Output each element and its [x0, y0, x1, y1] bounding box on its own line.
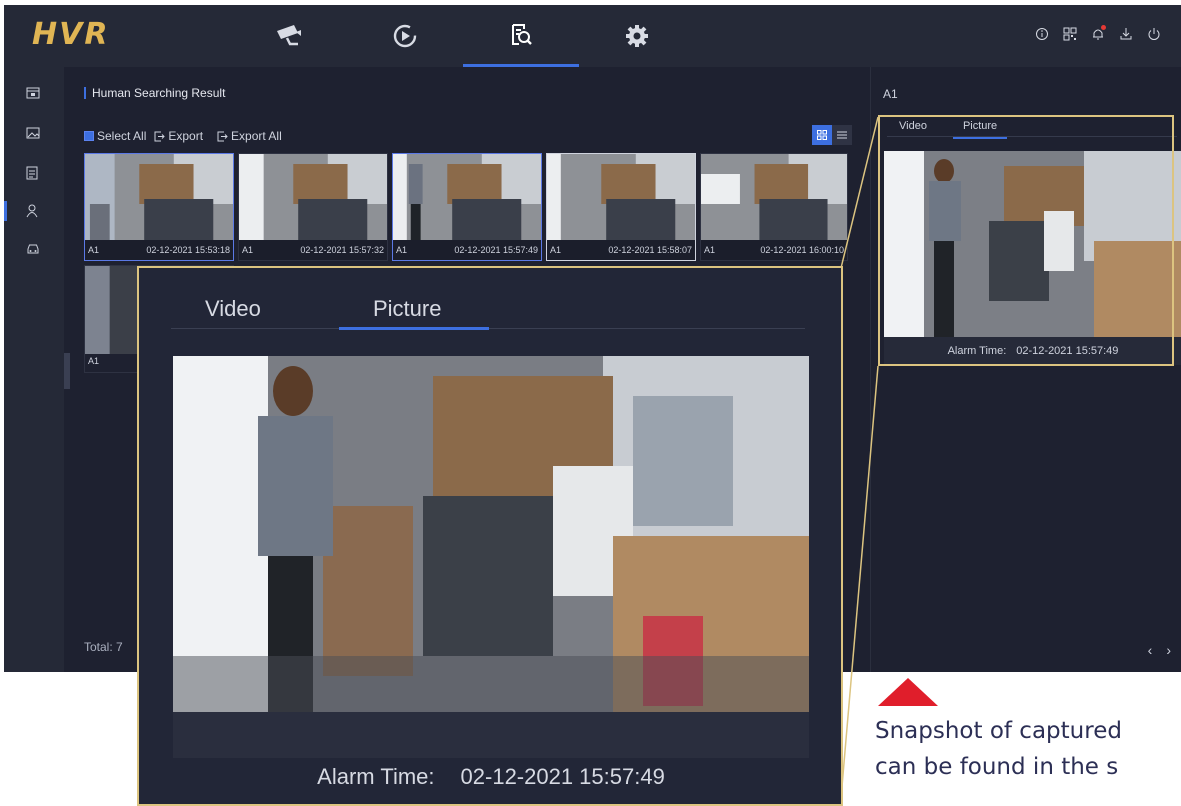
callout-alarm-label: Alarm Time:: [317, 764, 435, 789]
search-file-icon: [512, 23, 532, 45]
capture-time: 02-12-2021 15:58:07: [608, 245, 692, 255]
camera-icon: [277, 25, 301, 46]
nav-live-view[interactable]: [231, 5, 347, 67]
grid-icon: [817, 130, 827, 140]
result-thumbnail[interactable]: A1 02-12-2021 15:57:32: [238, 153, 388, 261]
grid-view-button[interactable]: [812, 125, 832, 145]
annotation-line-2: can be found in the s: [875, 754, 1119, 780]
vehicle-icon: [27, 244, 39, 254]
thumbnail-caption: A1 02-12-2021 15:53:18: [85, 240, 233, 260]
sidebar-item-document[interactable]: [4, 163, 64, 183]
capture-time: 02-12-2021 16:00:10: [760, 245, 844, 255]
view-mode-toggle: [812, 125, 852, 145]
result-thumbnail[interactable]: A1 02-12-2021 16:00:10: [700, 153, 848, 261]
detail-caption: Alarm Time: 02-12-2021 15:57:49: [884, 337, 1181, 365]
tab-picture[interactable]: Picture: [952, 117, 1008, 139]
nav-configuration[interactable]: [579, 5, 695, 67]
thumbnail-caption: A1 02-12-2021 15:57:32: [239, 240, 387, 260]
video-file-icon: [26, 87, 40, 99]
thumbnail-caption: A1 02-12-2021 15:57:49: [393, 240, 541, 260]
export-icon: [217, 131, 228, 141]
capture-time: 02-12-2021 15:53:18: [146, 245, 230, 255]
snapshot-image: [547, 154, 695, 242]
detail-pager: ‹ ›: [1148, 642, 1171, 658]
result-thumbnail[interactable]: A1 02-12-2021 15:57:49: [392, 153, 542, 261]
person-icon: [26, 204, 38, 218]
results-total: Total: 7: [84, 640, 123, 654]
channel-label: A1: [88, 356, 100, 366]
playback-icon: [393, 24, 417, 48]
export-button[interactable]: Export: [154, 129, 203, 143]
next-button[interactable]: ›: [1166, 642, 1171, 658]
checkbox-icon: [84, 131, 94, 141]
qr-code-icon[interactable]: [1061, 25, 1079, 43]
capture-time: 02-12-2021 15:57:32: [300, 245, 384, 255]
annotation-text: Snapshot of captured can be found in the…: [875, 713, 1181, 785]
thumbnail-caption: A1 02-12-2021 16:00:10: [701, 240, 847, 260]
system-icons: [1033, 25, 1163, 43]
capture-time: 02-12-2021 15:57:49: [454, 245, 538, 255]
callout-image-strip: [173, 712, 809, 758]
callout-tab-picture[interactable]: Picture: [373, 296, 441, 322]
channel-label: A1: [88, 245, 100, 255]
snapshot-image: [701, 154, 847, 242]
callout-tab-video[interactable]: Video: [205, 296, 261, 322]
document-icon: [26, 166, 38, 180]
nav-playback[interactable]: [347, 5, 463, 67]
callout-tabs: Video Picture: [171, 288, 805, 330]
detail-snapshot-image: [884, 151, 1181, 337]
left-sidebar: [4, 67, 64, 672]
active-tab-indicator: [339, 327, 489, 330]
results-toolbar: Select All Export Export All: [84, 129, 282, 143]
info-icon[interactable]: [1033, 25, 1051, 43]
red-arrow-marker: [878, 678, 938, 706]
nav-search[interactable]: [463, 5, 579, 67]
callout-caption: Alarm Time: 02-12-2021 15:57:49: [173, 764, 809, 790]
export-icon: [154, 131, 166, 141]
callout-alarm-time: 02-12-2021 15:57:49: [460, 764, 665, 789]
snapshot-image: [85, 154, 233, 242]
bell-icon[interactable]: [1089, 25, 1107, 43]
thumbnail-caption: A1 02-12-2021 15:58:07: [547, 240, 695, 260]
callout-snapshot-image: [173, 356, 809, 712]
sidebar-item-vehicle[interactable]: [4, 239, 64, 259]
page-title: Human Searching Result: [84, 87, 225, 99]
top-navigation-bar: HVR: [4, 5, 1181, 67]
channel-label: A1: [396, 245, 408, 255]
sidebar-item-picture[interactable]: [4, 123, 64, 143]
gear-icon: [626, 25, 648, 47]
annotation-line-1: Snapshot of captured: [875, 718, 1122, 744]
sidebar-item-human[interactable]: [4, 201, 64, 221]
result-thumbnail[interactable]: A1 02-12-2021 15:53:18: [84, 153, 234, 261]
previous-button[interactable]: ‹: [1148, 642, 1153, 658]
select-all-label: Select All: [97, 129, 147, 143]
tab-video[interactable]: Video: [899, 117, 927, 137]
list-view-button[interactable]: [832, 125, 852, 145]
zoomed-detail-callout: Video Picture Alarm Time: 02-12-2021 15:…: [137, 266, 843, 806]
detail-channel-title: A1: [883, 87, 898, 101]
list-icon: [837, 131, 847, 139]
export-label: Export: [168, 129, 204, 143]
channel-label: A1: [242, 245, 254, 255]
select-all-checkbox[interactable]: Select All: [84, 129, 146, 143]
power-icon[interactable]: [1145, 25, 1163, 43]
channel-label: A1: [704, 245, 716, 255]
sidebar-item-video[interactable]: [4, 83, 64, 103]
channel-label: A1: [550, 245, 562, 255]
snapshot-image: [393, 154, 541, 242]
results-grid: A1 02-12-2021 15:53:18 A1 02-12-2021 15:57…: [84, 153, 848, 261]
alarm-time-label: Alarm Time:: [947, 345, 1007, 357]
detail-tabs: Video Picture: [887, 117, 1177, 139]
download-icon[interactable]: [1117, 25, 1135, 43]
app-logo: HVR: [32, 17, 110, 52]
export-all-button[interactable]: Export All: [217, 129, 282, 143]
picture-icon: [26, 127, 40, 139]
snapshot-image: [239, 154, 387, 242]
notification-dot: [1101, 25, 1106, 30]
alarm-time-value: 02-12-2021 15:57:49: [1016, 345, 1119, 357]
result-thumbnail[interactable]: A1 02-12-2021 15:58:07: [546, 153, 696, 261]
detail-panel: A1 Video Picture Alarm Time: 02-12-2021 …: [870, 67, 1181, 672]
export-all-label: Export All: [231, 129, 282, 143]
